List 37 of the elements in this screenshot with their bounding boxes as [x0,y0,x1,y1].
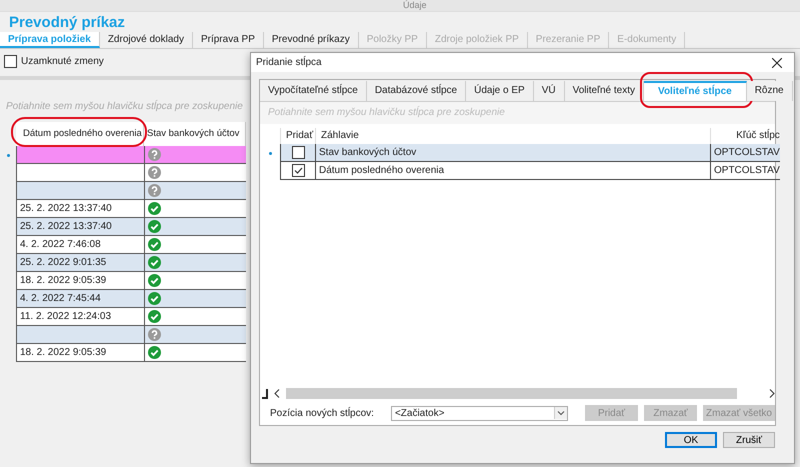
position-dropdown[interactable]: <Začiatok> [390,406,568,420]
table-cell: Stav bankových účtov [315,144,710,162]
tab[interactable]: Zdrojové doklady [100,32,193,48]
section-label: Údaje [403,0,427,11]
checkbox-label: Uzamknuté zmeny [21,56,104,66]
checkbox[interactable] [4,54,17,68]
tab[interactable]: VÚ [534,81,565,101]
column-header[interactable]: Stav bankových účtov [144,122,246,146]
checkbox[interactable] [292,146,304,159]
group-hint: Potiahnite sem myšou hlavičku stĺpca pre zoskupenie [6,101,243,112]
tab[interactable]: Voliteľné texty [564,81,644,101]
table-cell: OPTCOLSTAV [710,162,780,180]
table-cell: 11. 2. 2022 12:24:03 [16,308,144,326]
table-cell: 25. 2. 2022 13:37:40 [16,200,144,218]
scrollbar-thumb[interactable] [286,388,737,399]
tab[interactable]: Rôzne [746,81,793,101]
table-cell: Dátum posledného overenia [315,162,710,180]
close-icon[interactable] [772,58,782,68]
scroll-right-icon[interactable] [769,389,775,398]
table-cell: OPTCOLSTAV [710,144,780,162]
page-title: Prevodný príkaz [9,14,125,31]
position-label: Pozícia nových stĺpcov: [270,408,374,418]
table-cell: 25. 2. 2022 9:01:35 [16,254,144,272]
group-hint: Potiahnite sem myšou hlavičku stĺpca pre zoskupenie [268,107,505,118]
table-cell: 4. 2. 2022 7:46:08 [16,236,144,254]
dialog-button[interactable]: OK [665,432,717,448]
dialog-title: Pridanie stĺpca [256,57,322,68]
checkbox[interactable] [292,164,304,177]
tab[interactable]: Príprava PP [192,32,264,48]
dialog-button[interactable]: Zrušiť [723,432,775,448]
scroll-left-icon[interactable] [274,389,280,398]
tab[interactable]: Prevodné príkazy [264,32,359,48]
table-cell: 18. 2. 2022 9:05:39 [16,272,144,290]
column-header[interactable]: Dátum posledného overenia [16,122,144,146]
table-cell: 18. 2. 2022 9:05:39 [16,344,144,362]
table-cell: 4. 2. 2022 7:45:44 [16,290,144,308]
table-cell: 25. 2. 2022 13:37:40 [16,218,144,236]
